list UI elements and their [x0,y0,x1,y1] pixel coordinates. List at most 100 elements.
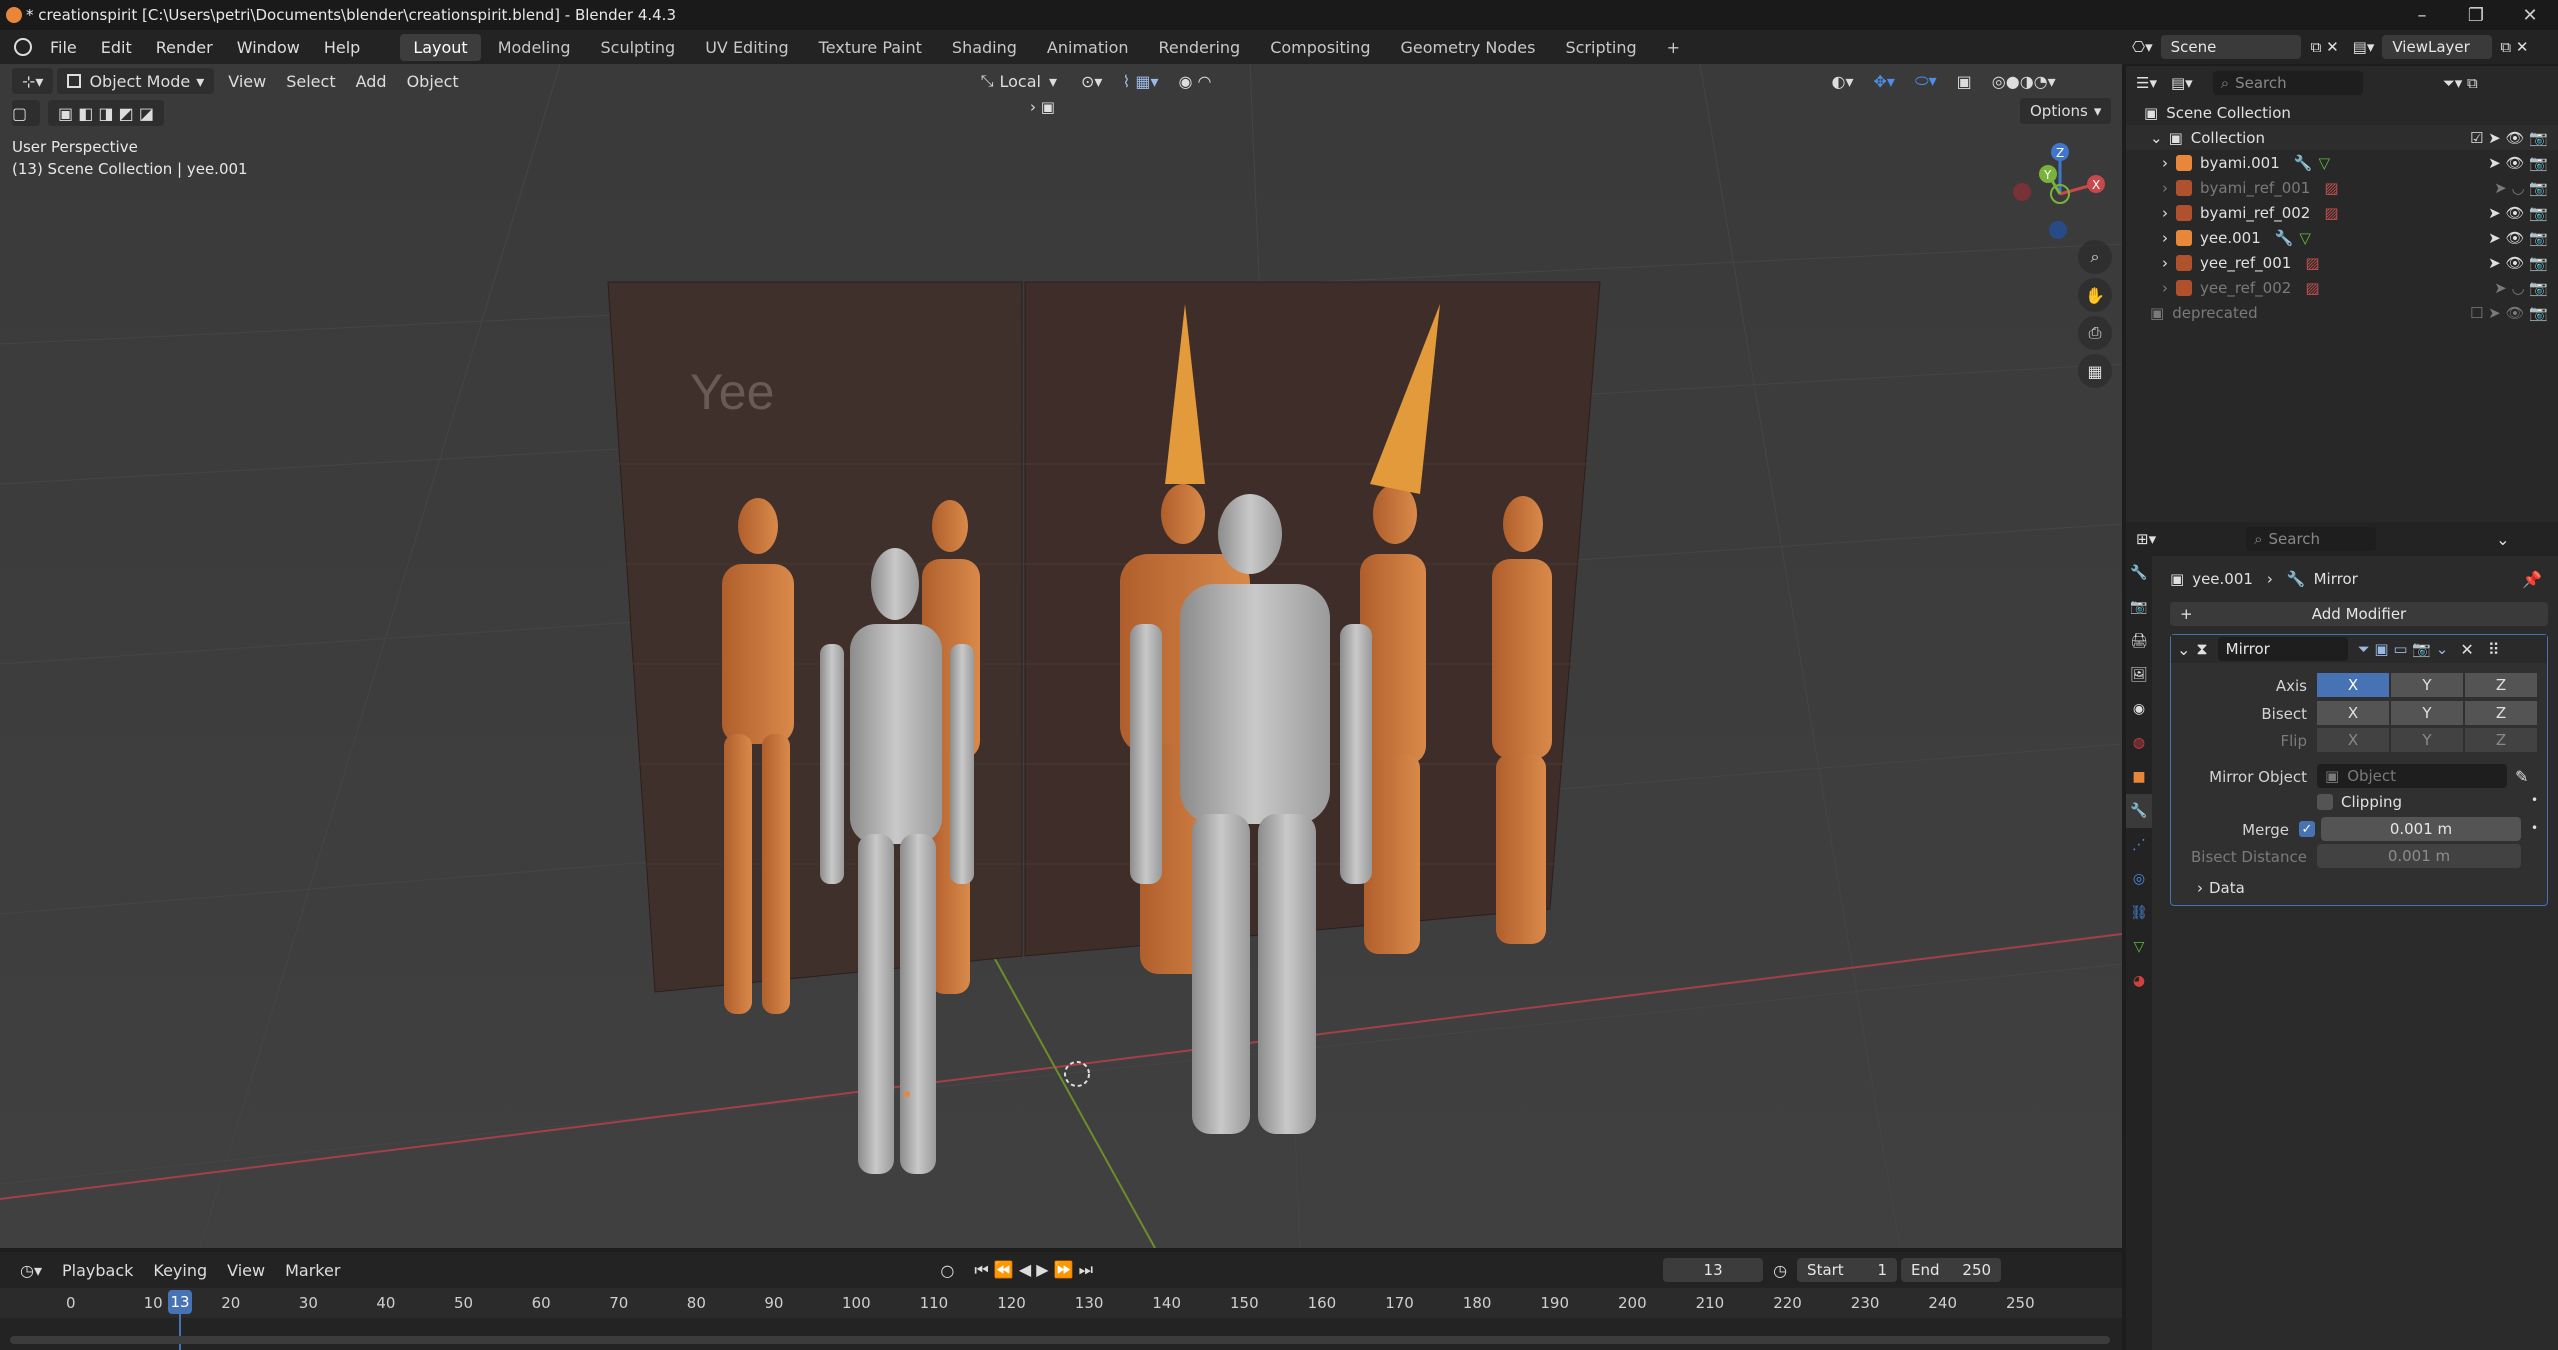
tab-shading[interactable]: Shading [939,34,1030,61]
modifier-tab-icon[interactable]: 🔧 [2126,794,2152,828]
menu-view[interactable]: View [218,72,276,91]
expand-icon[interactable]: › [2162,229,2168,247]
menu-render[interactable]: Render [144,38,225,57]
particles-tab-icon[interactable]: ⋰ [2126,828,2152,862]
material-tab-icon[interactable]: ◕ [2126,964,2152,998]
tab-modeling[interactable]: Modeling [485,34,584,61]
add-workspace-button[interactable]: + [1654,34,1693,61]
menu-file[interactable]: File [38,38,89,57]
tab-geometry-nodes[interactable]: Geometry Nodes [1388,34,1549,61]
minimize-button[interactable]: – [2395,0,2449,30]
outliner-row[interactable]: › yee.001 🔧 ▽ ➤ 👁 📷 [2126,225,2558,250]
maximize-button[interactable]: ❐ [2449,0,2503,30]
tab-sculpting[interactable]: Sculpting [587,34,688,61]
outliner-editor-icon[interactable]: ☰▾ [2136,74,2157,92]
timeline-editor[interactable]: ◷▾ Playback Keying View Marker ○ ⏮ ⏪ ◀ ▶… [0,1252,2122,1350]
deprecated-visibility-icons[interactable]: ☐ ➤ 👁 📷 [2470,304,2548,322]
bisect-z-toggle[interactable]: Z [2465,701,2537,725]
collapse-icon[interactable]: ⌄ [2177,640,2190,659]
timeline-scrollbar[interactable] [10,1336,2110,1344]
snap-icon[interactable]: ⌇ ▦▾ [1112,72,1168,91]
new-scene-icon[interactable]: ⧉ ✕ [2311,38,2339,56]
add-modifier-button[interactable]: + Add Modifier [2170,602,2548,626]
visibility-icon[interactable]: ◐▾ [1822,72,1864,91]
options-button[interactable]: Options ▾ [2020,98,2112,124]
blender-menu-icon[interactable] [14,38,32,56]
tab-animation[interactable]: Animation [1034,34,1142,61]
restrict-toggle-icons[interactable]: ➤ 👁 📷 [2488,229,2548,247]
scene-field[interactable]: Scene [2160,35,2301,59]
tab-layout[interactable]: Layout [400,33,481,61]
expand-icon[interactable]: › [2162,179,2168,197]
transform-orientation-select[interactable]: ⤡ Local ▾ [971,68,1067,94]
expand-icon[interactable]: › [2162,154,2168,172]
selection-mode-icons[interactable]: ▣ ◧ ◨ ◩ ◪ [48,100,164,126]
scene-icon[interactable]: ⎔▾ [2132,38,2153,56]
axis-z-toggle[interactable]: Z [2465,673,2537,697]
end-frame-field[interactable]: End 250 [1901,1258,2002,1282]
eyedropper-icon[interactable]: ✎ [2515,767,2528,786]
outliner-row-scene-collection[interactable]: ▣ Scene Collection [2126,100,2558,125]
playhead[interactable]: 13 [168,1290,192,1314]
menu-timeline-view[interactable]: View [217,1261,275,1280]
bisect-x-toggle[interactable]: X [2317,701,2389,725]
viewlayer-field[interactable]: ViewLayer [2382,35,2493,59]
breadcrumb-modifier[interactable]: Mirror [2314,570,2358,588]
restrict-toggle-icons[interactable]: ➤ ◡ 📷 [2494,279,2548,297]
pivot-icon[interactable]: ⊙▾ [1071,72,1112,91]
outliner-row[interactable]: › yee_ref_002 ▨ ➤ ◡ 📷 [2126,275,2558,300]
pan-hand-icon[interactable]: ✋ [2078,278,2112,312]
tab-uv-editing[interactable]: UV Editing [692,34,801,61]
menu-object[interactable]: Object [397,72,469,91]
new-viewlayer-icon[interactable]: ⧉ ✕ [2500,38,2528,56]
keyframe-dot-icon[interactable]: • [2531,793,2538,807]
tool-tab-icon[interactable]: 🔧 [2126,556,2152,590]
playback-controls-icon[interactable]: ⏮ ⏪ ◀ ▶ ⏩ ⏭ [964,1260,1103,1280]
zoom-icon[interactable]: ⌕ [2078,240,2112,274]
properties-search-input[interactable]: ⌕ Search [2246,527,2377,551]
view-layer-tab-icon[interactable]: 🖼 [2126,658,2152,692]
current-frame-field[interactable]: 13 [1663,1258,1764,1282]
tab-compositing[interactable]: Compositing [1257,34,1383,61]
xray-icon[interactable]: ▣ [1947,72,1982,91]
auto-keying-icon[interactable]: ○ [930,1261,964,1280]
expand-icon[interactable]: › [2162,254,2168,272]
preview-range-icon[interactable]: ◷ [1763,1261,1797,1280]
tab-scripting[interactable]: Scripting [1552,34,1649,61]
mode-select[interactable]: Object Mode ▾ [57,68,215,94]
viewlayer-icon[interactable]: ▤▾ [2353,38,2375,56]
restrict-toggle-icons[interactable]: ➤ 👁 📷 [2488,254,2548,272]
close-button[interactable]: ✕ [2503,0,2557,30]
frame-ruler[interactable]: 0 10 20 30 40 50 60 70 80 90 100 110 120 130 140 150 160… [0,1288,2122,1318]
outliner-row[interactable]: › byami.001 🔧 ▽ ➤ 👁 📷 [2126,150,2558,175]
outliner-search-input[interactable]: ⌕ Search [2212,71,2363,95]
flip-y-toggle[interactable]: Y [2391,728,2463,752]
menu-marker[interactable]: Marker [275,1261,350,1280]
restrict-toggle-icons[interactable]: ➤ 👁 📷 [2488,204,2548,222]
render-tab-icon[interactable]: 📷 [2126,590,2152,624]
axis-x-toggle[interactable]: X [2317,673,2389,697]
clock-icon[interactable]: ◷▾ [10,1261,52,1280]
data-subpanel[interactable]: › Data [2197,879,2245,897]
mirror-object-field[interactable]: ▣ Object [2317,764,2507,788]
outliner-row[interactable]: › yee_ref_001 ▨ ➤ 👁 📷 [2126,250,2558,275]
physics-tab-icon[interactable]: ◎ [2126,862,2152,896]
outliner-row[interactable]: › byami_ref_001 ▨ ➤ ◡ 📷 [2126,175,2558,200]
properties-editor-icon[interactable]: ⊞▾ [2136,530,2156,548]
menu-select[interactable]: Select [276,72,345,91]
tab-rendering[interactable]: Rendering [1146,34,1254,61]
outliner-row-deprecated[interactable]: ▣ deprecated ☐ ➤ 👁 📷 [2126,300,2558,325]
scene-statistics-icon[interactable]: › ▣ [1030,98,1055,116]
outliner-row-collection[interactable]: ⌄ ▣ Collection ☑ ➤ 👁 📷 [2126,125,2558,150]
tab-texture-paint[interactable]: Texture Paint [806,34,935,61]
flip-z-toggle[interactable]: Z [2465,728,2537,752]
menu-keying[interactable]: Keying [143,1261,217,1280]
merge-distance-field[interactable]: 0.001 m [2321,817,2521,841]
output-tab-icon[interactable]: 🖨 [2126,624,2152,658]
object-tab-icon[interactable]: ■ [2126,760,2152,794]
menu-window[interactable]: Window [225,38,312,57]
display-mode-icon[interactable]: ▤▾ [2171,74,2193,92]
restrict-toggle-icons[interactable]: ➤ 👁 📷 [2488,154,2548,172]
breadcrumb-object[interactable]: yee.001 [2192,570,2253,588]
data-tab-icon[interactable]: ▽ [2126,930,2152,964]
